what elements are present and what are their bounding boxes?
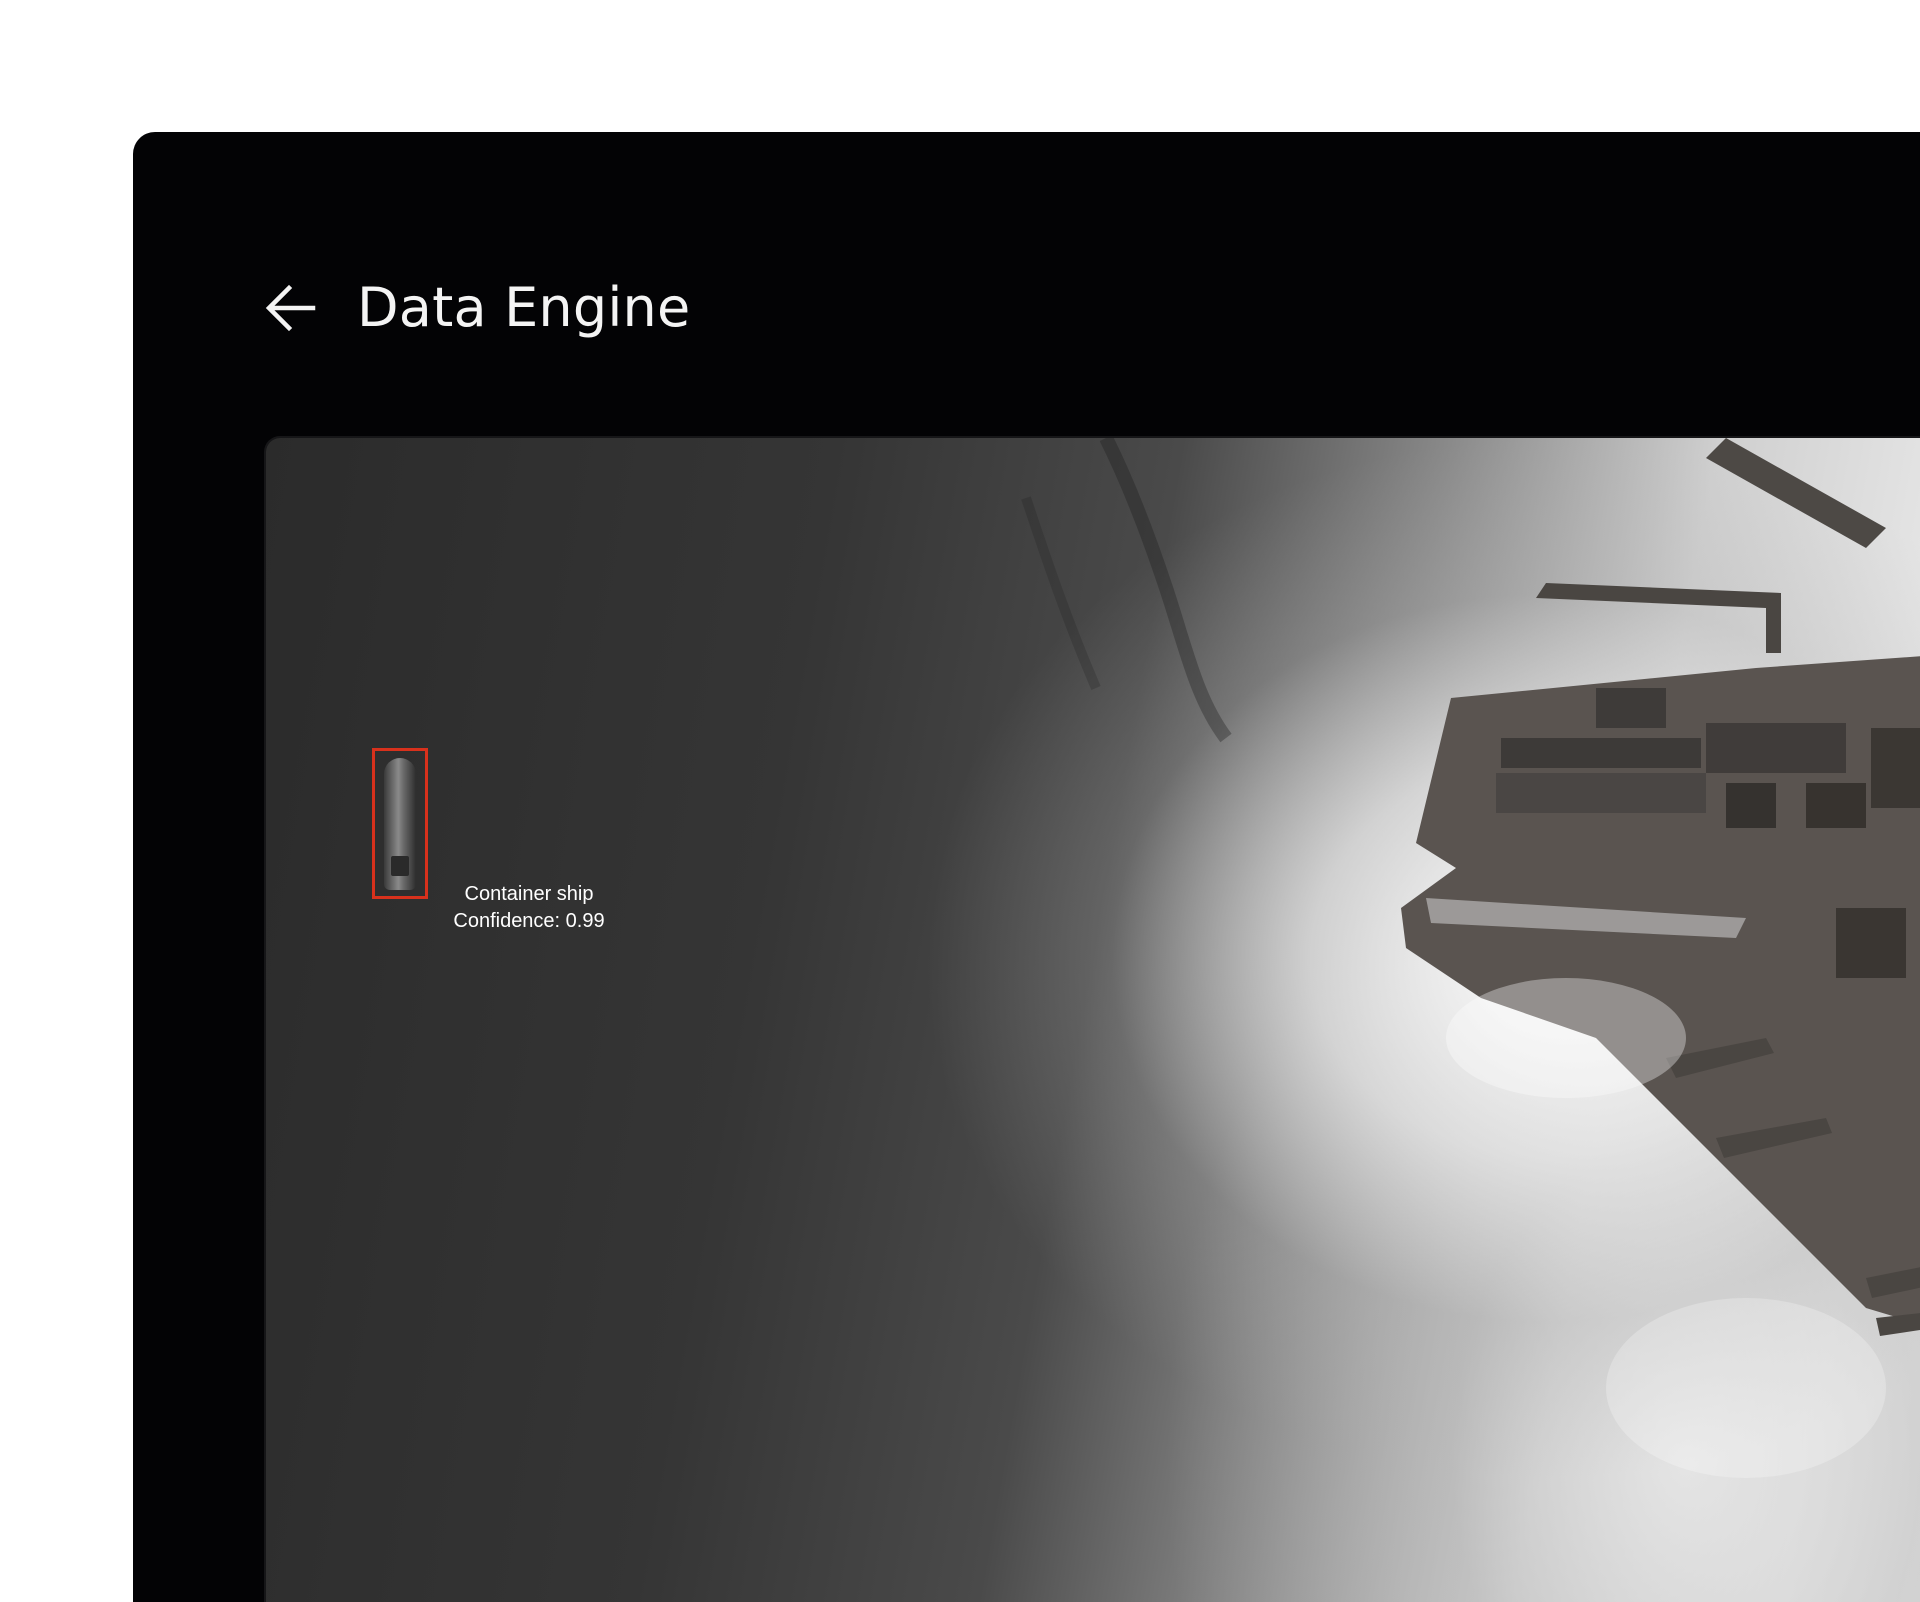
detection-confidence: Confidence: 0.99	[453, 910, 605, 932]
detection-bounding-box[interactable]	[372, 748, 428, 899]
detection-label: Container ship Confidence: 0.99	[434, 881, 624, 935]
harbor-imagery	[1021, 438, 1920, 1478]
page-header: Data Engine	[133, 132, 1920, 432]
app-window: Data Engine Container ship Confidence: 0…	[133, 132, 1920, 1602]
page-title: Data Engine	[357, 276, 691, 339]
detection-class: Container ship	[464, 883, 594, 905]
back-button[interactable]	[261, 278, 321, 338]
arrow-left-icon	[265, 284, 316, 332]
satellite-image-viewer[interactable]: Container ship Confidence: 0.99	[266, 438, 1920, 1602]
